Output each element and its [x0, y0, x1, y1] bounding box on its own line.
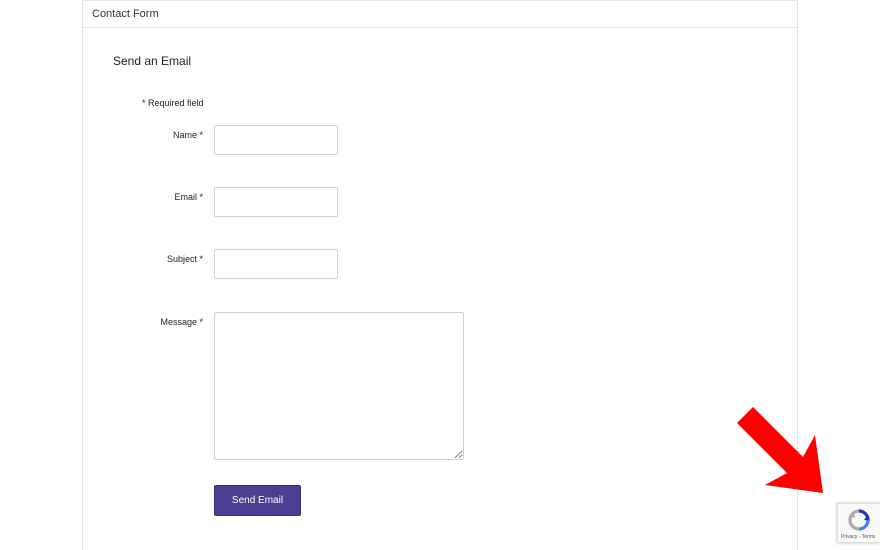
- subject-field[interactable]: [214, 249, 338, 279]
- required-field-note: * Required field: [142, 98, 204, 108]
- name-field[interactable]: [214, 125, 338, 155]
- panel-header: Contact Form: [83, 0, 797, 28]
- page: Contact Form Send an Email * Required fi…: [0, 0, 880, 550]
- section-title: Send an Email: [113, 54, 192, 68]
- recaptcha-icon: [848, 509, 870, 531]
- message-textarea[interactable]: [214, 312, 464, 460]
- send-email-button[interactable]: Send Email: [214, 485, 301, 516]
- email-field[interactable]: [214, 187, 338, 217]
- red-arrow-icon: [737, 407, 823, 493]
- message-label: Message *: [160, 317, 203, 327]
- name-label: Name *: [172, 130, 203, 140]
- recaptcha-links[interactable]: Privacy - Terms: [841, 534, 875, 540]
- subject-label: Subject *: [166, 254, 203, 264]
- email-label: Email *: [174, 192, 203, 202]
- recaptcha-badge[interactable]: Privacy - Terms: [837, 503, 880, 543]
- contact-form-panel: Contact Form Send an Email * Required fi…: [82, 0, 798, 550]
